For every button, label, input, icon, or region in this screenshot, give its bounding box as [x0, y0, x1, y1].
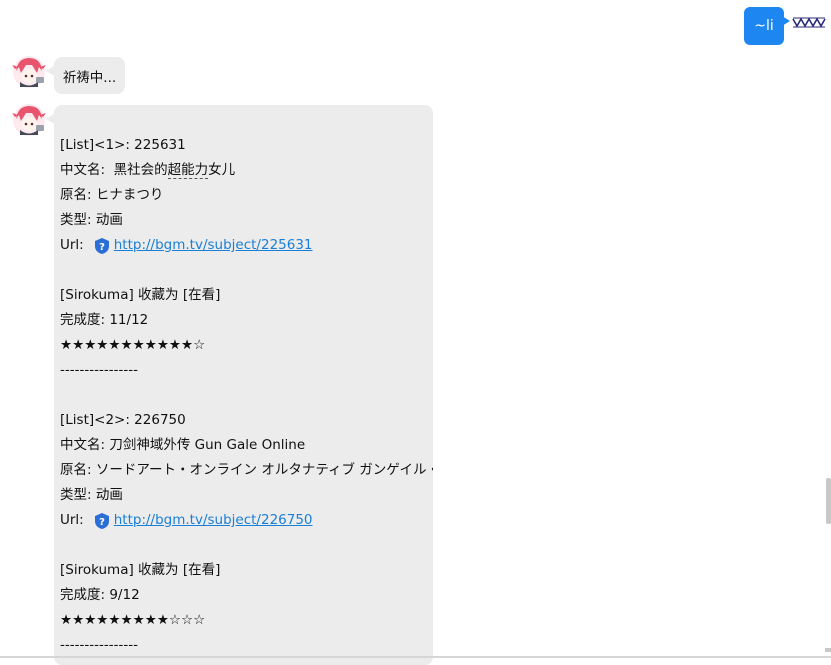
link-safety-shield-icon: ?	[94, 512, 109, 529]
entry-list-line: [List]<1>: 225631	[60, 137, 186, 153]
entry-divider: ----------------	[60, 637, 138, 653]
url-label: Url:	[60, 512, 84, 528]
entry-type: 类型: 动画	[60, 212, 123, 228]
user-avatar[interactable]	[792, 16, 826, 28]
entry-original-name: 原名: ヒナまつり	[60, 187, 164, 203]
scrollbar-end[interactable]	[825, 648, 831, 652]
scrollbar-thumb[interactable]	[826, 478, 831, 524]
entry-divider: ----------------	[60, 362, 138, 378]
entry-url-row: Url: ? http://bgm.tv/subject/226750	[60, 508, 433, 533]
entry-user-collection: [Sirokuma] 收藏为 [在看]	[60, 287, 221, 303]
entry-progress: 完成度: 9/12	[60, 587, 140, 603]
cn-label: 中文名:	[60, 162, 106, 178]
subject-link[interactable]: http://bgm.tv/subject/225631	[114, 233, 313, 258]
outgoing-message-bubble[interactable]: ~li	[744, 7, 784, 45]
status-message-text: 祈祷中...	[62, 69, 117, 86]
entry-chinese-name: 中文名: 黑社会的超能力女儿	[60, 158, 433, 183]
incoming-bubble-tail	[46, 114, 54, 124]
entry-rating-stars: ★★★★★★★★★☆☆☆	[60, 612, 206, 628]
bot-avatar[interactable]	[12, 103, 46, 137]
cn-name-pre: 黑社会的	[113, 162, 168, 178]
entry-user-collection: [Sirokuma] 收藏为 [在看]	[60, 562, 221, 578]
entry-original-name: 原名: ソードアート・オンライン オルタナティブ ガンゲイル・オンライン	[60, 462, 433, 478]
status-message-bubble[interactable]: 祈祷中...	[54, 57, 125, 94]
svg-text:?: ?	[99, 242, 105, 253]
entry-list-line: [List]<2>: 226750	[60, 412, 186, 428]
cn-name-highlight[interactable]: 超能力	[167, 162, 209, 179]
entry-rating-stars: ★★★★★★★★★★★☆	[60, 337, 206, 353]
bot-avatar[interactable]	[12, 55, 46, 89]
result-message-bubble[interactable]: [List]<1>: 225631 中文名: 黑社会的超能力女儿 原名: ヒナま…	[54, 105, 433, 665]
link-safety-shield-icon: ?	[94, 237, 109, 254]
cn-name-post: 女儿	[208, 162, 236, 178]
url-label: Url:	[60, 237, 84, 253]
entry-chinese-name: 中文名: 刀剑神域外传 Gun Gale Online	[60, 437, 306, 453]
outgoing-bubble-tail	[782, 16, 790, 26]
entry-type: 类型: 动画	[60, 487, 123, 503]
incoming-bubble-tail	[46, 66, 54, 76]
svg-text:?: ?	[99, 517, 105, 528]
entry-url-row: Url: ? http://bgm.tv/subject/225631	[60, 233, 433, 258]
entry-progress: 完成度: 11/12	[60, 312, 149, 328]
subject-link[interactable]: http://bgm.tv/subject/226750	[114, 508, 313, 533]
outgoing-message-text: ~li	[754, 18, 774, 34]
